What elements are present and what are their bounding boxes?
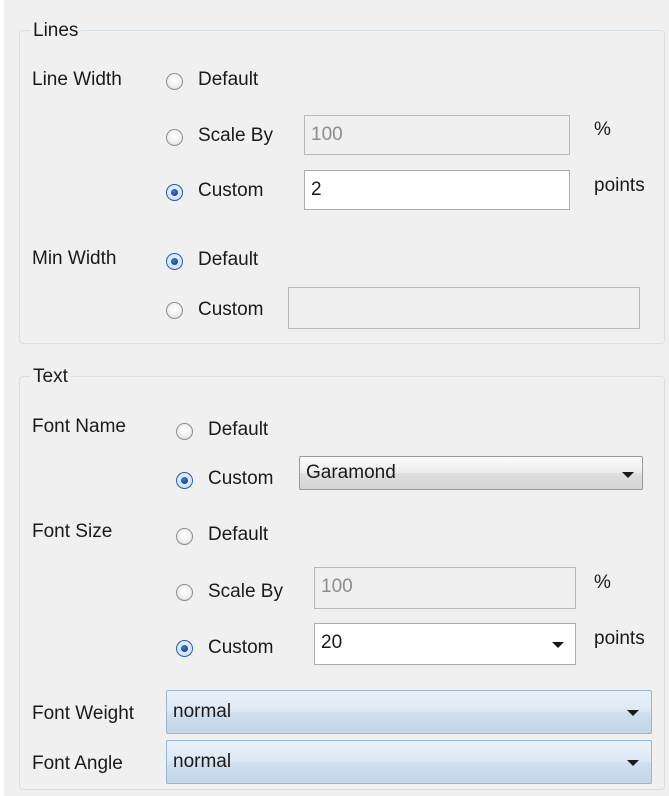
- font-size-scale-by-radio[interactable]: [176, 584, 193, 601]
- font-weight-select[interactable]: normal: [166, 690, 652, 734]
- font-size-default-label[interactable]: Default: [208, 523, 268, 547]
- font-name-select-value: Garamond: [306, 462, 396, 483]
- font-name-label: Font Name: [32, 416, 126, 437]
- lines-group-title: Lines: [30, 20, 82, 42]
- font-weight-select-value: normal: [173, 701, 232, 722]
- min-width-custom-radio[interactable]: [166, 302, 183, 319]
- font-angle-select[interactable]: normal: [166, 740, 652, 784]
- font-size-combo-value: 20: [321, 632, 343, 653]
- line-width-scale-unit: %: [594, 119, 611, 140]
- font-size-custom-unit: points: [594, 628, 645, 649]
- min-width-custom-input[interactable]: [288, 287, 640, 329]
- font-weight-chevron-down-icon[interactable]: [627, 710, 639, 716]
- font-size-default-radio[interactable]: [176, 528, 193, 545]
- font-name-default-radio[interactable]: [176, 423, 193, 440]
- text-group-title: Text: [30, 366, 71, 388]
- font-angle-chevron-down-icon[interactable]: [627, 760, 639, 766]
- font-name-chevron-down-icon[interactable]: [622, 472, 634, 478]
- min-width-custom-label[interactable]: Custom: [198, 298, 263, 322]
- min-width-default-label[interactable]: Default: [198, 248, 258, 272]
- line-width-scale-by-radio[interactable]: [166, 129, 183, 146]
- line-width-default-label[interactable]: Default: [198, 68, 258, 92]
- font-size-chevron-down-icon[interactable]: [552, 642, 564, 648]
- font-size-custom-radio[interactable]: [176, 640, 193, 657]
- font-name-select[interactable]: Garamond: [299, 456, 643, 490]
- font-weight-label: Font Weight: [32, 703, 135, 724]
- line-width-scale-by-label[interactable]: Scale By: [198, 124, 273, 148]
- line-width-custom-unit: points: [594, 175, 645, 196]
- font-size-scale-by-input[interactable]: 100: [314, 567, 576, 609]
- min-width-label: Min Width: [32, 248, 117, 269]
- font-size-combo[interactable]: 20: [314, 623, 576, 665]
- font-angle-select-value: normal: [173, 751, 232, 772]
- font-angle-label: Font Angle: [32, 753, 123, 774]
- font-name-custom-radio[interactable]: [176, 472, 193, 489]
- font-size-scale-by-label[interactable]: Scale By: [208, 580, 283, 604]
- line-width-default-radio[interactable]: [166, 73, 183, 90]
- line-width-custom-input[interactable]: 2: [304, 170, 570, 210]
- font-name-custom-label[interactable]: Custom: [208, 467, 273, 491]
- line-width-custom-label[interactable]: Custom: [198, 179, 263, 203]
- font-size-scale-unit: %: [594, 572, 611, 593]
- font-size-custom-label[interactable]: Custom: [208, 636, 273, 660]
- line-width-custom-radio-checked[interactable]: [166, 184, 183, 201]
- font-size-label: Font Size: [32, 521, 113, 542]
- line-width-label: Line Width: [32, 69, 122, 90]
- min-width-default-radio[interactable]: [166, 253, 183, 270]
- font-name-default-label[interactable]: Default: [208, 418, 268, 442]
- line-width-scale-by-input[interactable]: 100: [304, 115, 570, 155]
